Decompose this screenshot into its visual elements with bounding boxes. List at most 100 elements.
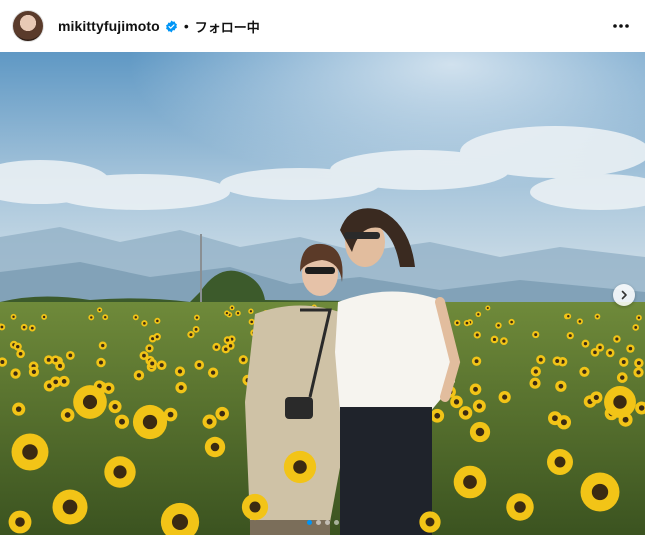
sunflower	[469, 421, 491, 443]
sunflower	[98, 341, 107, 350]
sunflower	[475, 311, 482, 318]
sunflower	[555, 380, 567, 392]
sunflower	[28, 366, 40, 377]
sunflower	[60, 408, 75, 422]
sunflower	[458, 406, 473, 420]
sunflower	[485, 305, 491, 311]
sunflower	[634, 358, 644, 368]
sunflower	[579, 366, 590, 377]
sunflower	[153, 333, 161, 341]
sunflower	[581, 339, 590, 348]
more-options-button[interactable]	[609, 14, 633, 38]
sunflower	[141, 320, 148, 327]
sunflower	[193, 314, 200, 321]
username-link[interactable]: mikittyfujimoto	[58, 18, 160, 34]
sunflower	[108, 400, 122, 414]
avatar[interactable]	[12, 10, 44, 42]
sunflower	[132, 314, 139, 321]
sunflower	[471, 356, 482, 366]
sunflower	[580, 472, 620, 512]
sunflower	[174, 366, 186, 377]
sunflower	[566, 331, 574, 340]
sunflower	[619, 357, 629, 367]
sunflower	[454, 319, 461, 326]
post-photo[interactable]	[0, 52, 645, 535]
sunflower	[635, 314, 642, 321]
sunflower	[498, 390, 511, 404]
sunflower	[547, 449, 573, 475]
sunflower	[532, 330, 540, 339]
sunflower	[10, 313, 17, 320]
sunflower	[88, 314, 95, 321]
sunflower	[430, 408, 445, 423]
sunflower	[473, 331, 481, 339]
sunflower	[175, 381, 187, 394]
sunflower	[613, 335, 621, 343]
sunflower	[565, 313, 572, 320]
sunflower	[55, 361, 65, 371]
sunflower	[73, 385, 107, 419]
sunflower	[450, 395, 463, 409]
sunflower	[605, 348, 615, 358]
sunflower	[248, 308, 254, 314]
sunflower	[10, 368, 21, 379]
sunflower	[223, 336, 232, 344]
sunflower	[626, 344, 635, 353]
sunflower	[500, 337, 508, 345]
sunflower	[529, 377, 541, 389]
sunflower	[133, 370, 145, 381]
sunflower	[97, 307, 103, 313]
sunflower	[114, 414, 130, 429]
more-horizontal-icon	[613, 24, 629, 28]
sunflower	[102, 314, 109, 321]
carousel-next-button[interactable]	[613, 284, 635, 306]
sunflower	[215, 406, 229, 421]
sunflower	[16, 349, 25, 359]
sunflower	[552, 356, 562, 366]
sunflower	[212, 342, 221, 352]
chevron-right-icon	[621, 290, 627, 300]
sunflower	[495, 322, 502, 329]
sunflower	[590, 348, 600, 357]
sunflower	[207, 367, 219, 378]
sunflower	[469, 383, 482, 396]
sunflower	[229, 305, 235, 311]
carousel-dot	[315, 520, 321, 525]
sunflower	[594, 313, 601, 320]
sunflower	[58, 375, 70, 387]
sunflower	[235, 310, 241, 316]
sunflower	[472, 399, 486, 413]
sunflower	[632, 324, 640, 331]
sunflower	[147, 358, 158, 369]
sunflower	[590, 391, 603, 404]
sunflower	[616, 372, 628, 383]
sunflower	[224, 310, 230, 316]
sunflower	[530, 366, 541, 377]
sunflower	[202, 414, 217, 429]
verified-badge-icon	[165, 20, 178, 33]
sunflower	[12, 402, 26, 416]
carousel-dot	[333, 520, 339, 525]
carousel-indicator	[0, 520, 645, 525]
sunflower	[11, 433, 49, 471]
sunflower	[96, 357, 106, 368]
sunflower	[194, 360, 205, 370]
separator-dot: •	[183, 18, 189, 34]
sunflower	[192, 325, 200, 333]
sunflower	[132, 404, 168, 440]
sunflower	[65, 350, 75, 360]
sunflower	[508, 318, 515, 326]
sunflower	[238, 355, 248, 365]
sunflower	[104, 456, 136, 488]
sunflower	[145, 344, 154, 353]
sunflower	[283, 450, 317, 484]
sunflower	[633, 367, 644, 378]
carousel-dot	[324, 520, 330, 525]
sunflower	[556, 415, 572, 430]
following-button[interactable]: フォロー中	[195, 17, 260, 36]
sunflower	[536, 355, 546, 365]
sunflower	[139, 351, 149, 361]
sunflower	[187, 331, 195, 339]
sunflower	[28, 324, 36, 332]
sunflower	[204, 436, 226, 458]
